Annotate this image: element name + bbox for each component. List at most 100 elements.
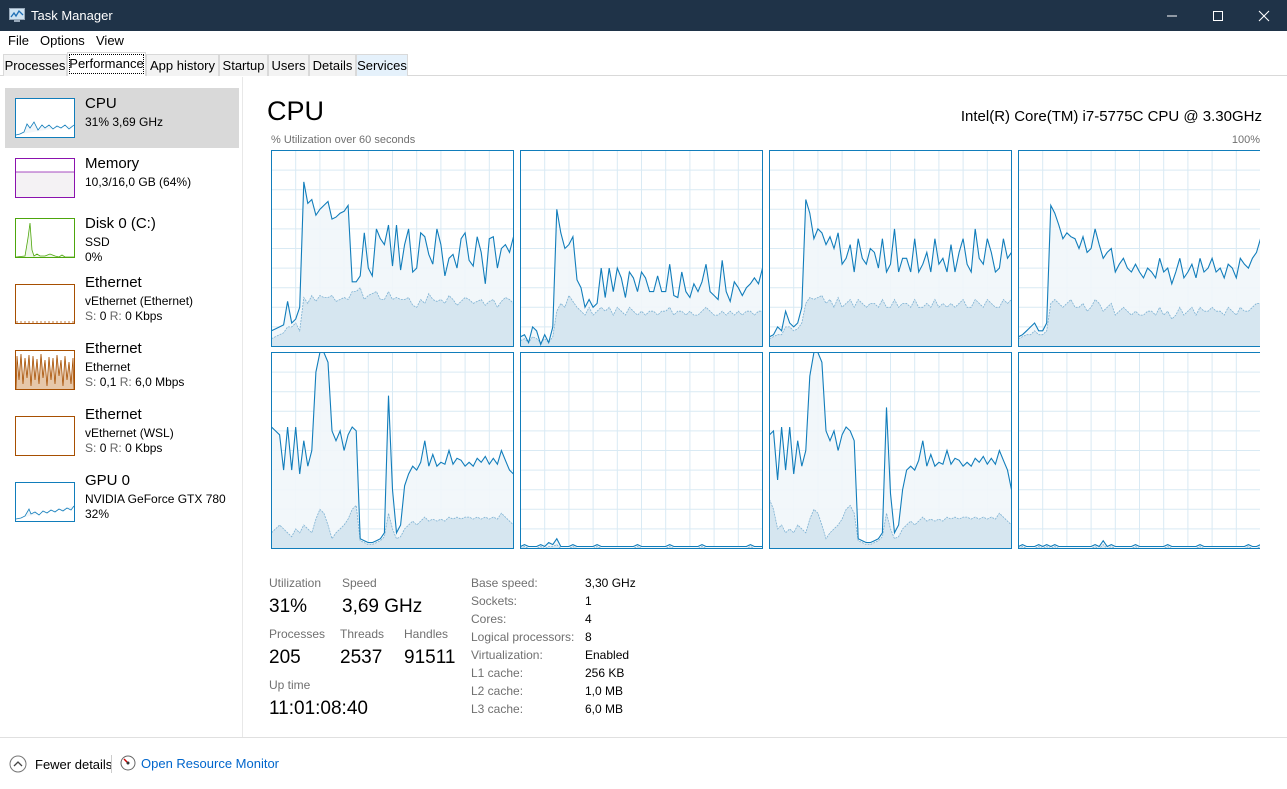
menu-options[interactable]: Options — [40, 33, 85, 48]
tab-users[interactable]: Users — [268, 54, 309, 76]
sidebar-ethernet2-adapter: Ethernet — [85, 360, 131, 374]
cpu-thumbnail-graph — [15, 98, 75, 138]
utilization-axis-max: 100% — [1231, 134, 1260, 146]
footer-divider — [111, 755, 112, 773]
handles-value: 91511 — [404, 647, 456, 668]
spec-l3-cache-value: 6,0 MB — [585, 702, 624, 716]
tab-details[interactable]: Details — [309, 54, 356, 76]
minimize-icon — [1167, 15, 1177, 16]
sidebar-item-disk[interactable]: Disk 0 (C:) SSD 0% — [5, 208, 239, 268]
utilization-value: 31% — [269, 596, 308, 617]
sidebar-cpu-name: CPU — [85, 95, 117, 112]
cpu-graph-3 — [1018, 150, 1260, 347]
spec-logical-processors-value: 8 — [585, 630, 592, 644]
sidebar-ethernet3-name: Ethernet — [85, 406, 142, 423]
resource-monitor-icon — [120, 755, 136, 771]
maximize-icon — [1213, 10, 1223, 21]
cpu-graph-6 — [769, 351, 1013, 549]
disk-thumbnail-graph — [15, 218, 75, 258]
cpu-graph-5 — [520, 352, 763, 549]
threads-label: Threads — [340, 627, 385, 641]
processes-value: 205 — [269, 647, 301, 668]
spec-base-speed-label: Base speed: — [471, 576, 538, 590]
utilization-axis-label: % Utilization over 60 seconds — [271, 134, 416, 146]
sidebar-ethernet3-adapter: vEthernet (WSL) — [85, 426, 174, 440]
ethernet-thumbnail-graph — [15, 284, 75, 324]
performance-panel: CPU Intel(R) Core(TM) i7-5775C CPU @ 3.3… — [244, 77, 1287, 737]
sidebar-disk-name: Disk 0 (C:) — [85, 215, 156, 232]
sidebar-memory-name: Memory — [85, 155, 140, 172]
spec-base-speed-value: 3,30 GHz — [585, 576, 636, 590]
utilization-label: Utilization — [269, 576, 322, 590]
resource-sidebar: CPU 31% 3,69 GHz Memory 10,3/16,0 GB (64… — [0, 77, 243, 737]
uptime-label: Up time — [269, 678, 311, 692]
spec-l3-cache-label: L3 cache: — [471, 702, 524, 716]
gpu-thumbnail-graph — [15, 482, 75, 522]
menu-file[interactable]: File — [8, 33, 29, 48]
menu-view[interactable]: View — [96, 33, 124, 48]
threads-value: 2537 — [340, 647, 383, 668]
spec-virtualization-value: Enabled — [585, 648, 630, 662]
spec-l2-cache-label: L2 cache: — [471, 684, 524, 698]
sidebar-cpu-value: 31% 3,69 GHz — [85, 115, 164, 129]
tab-services[interactable]: Services — [356, 54, 408, 76]
sidebar-item-cpu[interactable]: CPU 31% 3,69 GHz — [5, 88, 239, 148]
tab-processes[interactable]: Processes — [3, 54, 67, 76]
spec-l2-cache-value: 1,0 MB — [585, 684, 624, 698]
title-bar: Task Manager — [0, 0, 1287, 31]
panel-title: CPU — [267, 96, 325, 126]
spec-sockets-label: Sockets: — [471, 594, 518, 608]
sidebar-disk-value: 0% — [85, 250, 103, 264]
sidebar-ethernet1-adapter: vEthernet (Ethernet) — [85, 294, 194, 308]
speed-value: 3,69 GHz — [342, 596, 423, 617]
spec-virtualization-label: Virtualization: — [471, 648, 543, 662]
open-resource-monitor-label: Open Resource Monitor — [141, 755, 280, 771]
tab-bar: Processes Performance App history Startu… — [0, 51, 1287, 76]
tab-startup[interactable]: Startup — [219, 54, 268, 76]
menu-bar: File Options View — [0, 31, 1287, 51]
spec-cores-value: 4 — [585, 612, 592, 626]
cpu-logical-processor-graphs — [271, 150, 1260, 549]
sidebar-ethernet2-name: Ethernet — [85, 340, 142, 357]
sidebar-gpu-model: NVIDIA GeForce GTX 780 — [85, 492, 226, 506]
fewer-details-button[interactable]: Fewer details — [9, 755, 112, 773]
tab-performance[interactable]: Performance — [67, 52, 146, 76]
spec-sockets-value: 1 — [585, 594, 592, 608]
sidebar-ethernet2-rate: S: 0,1 R: 6,0 Mbps — [85, 375, 185, 389]
cpu-model: Intel(R) Core(TM) i7-5775C CPU @ 3.30GHz — [960, 108, 1262, 125]
ethernet3-thumbnail-graph — [15, 416, 75, 456]
chevron-up-circle-icon — [9, 755, 27, 773]
window-title: Task Manager — [31, 8, 113, 23]
cpu-graph-7 — [1018, 352, 1260, 549]
cpu-graph-2 — [769, 150, 1012, 347]
spec-l1-cache-value: 256 KB — [585, 666, 625, 680]
footer-bar: Fewer details Open Resource Monitor — [0, 737, 1287, 789]
sidebar-item-ethernet-vethernet[interactable]: Ethernet vEthernet (Ethernet) S: 0 R: 0 … — [5, 274, 239, 334]
ethernet2-thumbnail-graph — [15, 350, 75, 390]
sidebar-item-memory[interactable]: Memory 10,3/16,0 GB (64%) — [5, 148, 239, 208]
cpu-graph-1 — [520, 150, 764, 347]
cpu-graph-0 — [271, 150, 515, 347]
sidebar-item-ethernet-wsl[interactable]: Ethernet vEthernet (WSL) S: 0 R: 0 Kbps — [5, 406, 239, 466]
spec-logical-processors-label: Logical processors: — [471, 630, 575, 644]
sidebar-item-ethernet[interactable]: Ethernet Ethernet S: 0,1 R: 6,0 Mbps — [5, 340, 239, 400]
maximize-button[interactable] — [1195, 0, 1241, 31]
tab-app-history[interactable]: App history — [146, 54, 219, 76]
spec-cores-label: Cores: — [471, 612, 507, 626]
cpu-graph-4 — [271, 351, 514, 549]
sidebar-gpu-value: 32% — [85, 507, 110, 521]
task-manager-icon — [9, 8, 25, 22]
sidebar-ethernet3-rate: S: 0 R: 0 Kbps — [85, 441, 163, 455]
handles-label: Handles — [404, 627, 449, 641]
processes-label: Processes — [269, 627, 326, 641]
close-button[interactable] — [1241, 0, 1287, 31]
speed-label: Speed — [342, 576, 377, 590]
sidebar-disk-type: SSD — [85, 235, 110, 249]
minimize-button[interactable] — [1149, 0, 1195, 31]
fewer-details-label: Fewer details — [35, 756, 113, 772]
sidebar-gpu-name: GPU 0 — [85, 472, 131, 489]
open-resource-monitor-link[interactable]: Open Resource Monitor — [120, 755, 279, 771]
sidebar-memory-value: 10,3/16,0 GB (64%) — [85, 175, 192, 189]
sidebar-item-gpu[interactable]: GPU 0 NVIDIA GeForce GTX 780 32% — [5, 472, 239, 532]
close-icon — [1258, 10, 1270, 21]
